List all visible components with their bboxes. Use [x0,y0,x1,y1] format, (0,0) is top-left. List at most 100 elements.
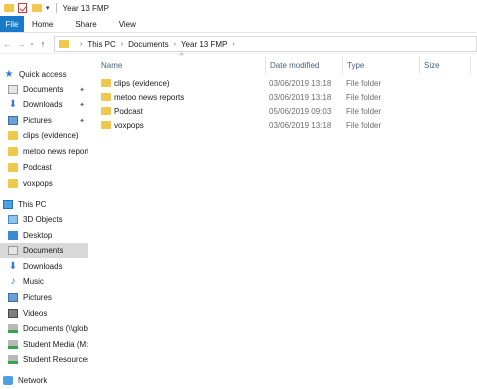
sidebar-item-quick-access[interactable]: ★ Quick access [0,67,88,82]
chevron-right-icon[interactable]: › [232,41,234,48]
up-button[interactable]: ↑ [36,39,50,49]
sidebar-item-label: Student Resources ( [23,355,88,364]
sidebar-item-label: Downloads [23,262,63,271]
sidebar-item-label: voxpops [23,179,53,188]
sidebar-item-podcast[interactable]: Podcast [0,160,88,175]
this-pc-icon [3,200,13,209]
sidebar-item-student-media[interactable]: Student Media (M:) [0,337,88,352]
back-button[interactable]: ← [0,39,14,49]
star-icon: ★ [4,69,14,80]
title-bar: ▾ Year 13 FMP [0,0,477,16]
sidebar-item-label: 3D Objects [23,215,63,224]
file-date-modified: 03/06/2019 13:18 [269,120,332,130]
sidebar-item-documents[interactable]: Documents [0,243,88,258]
folder-icon [101,79,111,87]
folder-icon [8,163,18,172]
ribbon-tabs: File Home Share View [0,16,477,33]
pictures-icon [8,116,18,125]
sidebar-item-downloads[interactable]: ⬇ Downloads [0,259,88,274]
sidebar-item-downloads-quick[interactable]: ⬇ Downloads ✦ [0,97,88,112]
column-header-date-modified[interactable]: Date modified [270,56,319,74]
sidebar-item-videos[interactable]: Videos [0,306,88,321]
tab-file[interactable]: File [0,16,24,32]
sidebar-item-3d-objects[interactable]: 3D Objects [0,212,88,227]
tab-view[interactable]: View [108,16,147,32]
sidebar-item-student-resources[interactable]: Student Resources ( [0,352,88,367]
customize-quick-access-dropdown[interactable]: ▾ [46,4,50,12]
documents-icon [8,85,18,94]
file-date-modified: 05/06/2019 09:03 [269,106,332,116]
folder-icon [8,179,18,188]
breadcrumb-documents[interactable]: Documents [128,40,168,49]
music-icon: ♪ [10,276,16,287]
chevron-right-icon[interactable]: › [121,41,123,48]
column-divider[interactable] [470,56,471,74]
pin-icon[interactable]: ✦ [79,117,85,125]
new-folder-icon[interactable] [32,4,42,12]
network-drive-icon [8,355,18,364]
downloads-icon: ⬇ [8,261,18,272]
folder-icon [59,40,69,48]
videos-icon [8,309,18,318]
file-type: File folder [346,92,382,102]
tab-share[interactable]: Share [64,16,107,32]
sidebar-item-documents-quick[interactable]: Documents ✦ [0,82,88,97]
sidebar-item-label: metoo news reports [23,147,88,156]
sidebar-item-label: This PC [18,200,47,209]
file-name: Podcast [114,106,143,116]
folder-icon [8,147,18,156]
chevron-right-icon[interactable]: › [174,41,176,48]
file-row[interactable]: clips (evidence) 03/06/2019 13:18 File f… [98,76,468,90]
sidebar-item-metoo-news-reports[interactable]: metoo news reports [0,144,88,159]
sidebar-item-music[interactable]: ♪ Music [0,274,88,289]
folder-icon [101,93,111,101]
file-row[interactable]: metoo news reports 03/06/2019 13:18 File… [98,90,468,104]
sidebar-item-network[interactable]: Network [0,373,88,388]
file-type: File folder [346,78,382,88]
sidebar-item-label: Videos [23,309,48,318]
sidebar-item-desktop[interactable]: Desktop [0,228,88,243]
sidebar-item-label: clips (evidence) [23,131,79,140]
sidebar-item-clips-evidence[interactable]: clips (evidence) [0,128,88,143]
recent-locations-button[interactable]: ⌄ [28,40,36,47]
pin-icon[interactable]: ✦ [79,101,85,109]
sidebar-item-pictures-quick[interactable]: Pictures ✦ [0,113,88,128]
sidebar-item-voxpops[interactable]: voxpops [0,176,88,191]
breadcrumb-this-pc[interactable]: This PC [87,40,115,49]
sidebar-item-this-pc[interactable]: This PC [0,197,88,212]
column-header-name[interactable]: Name [101,56,122,74]
pictures-icon [8,293,18,302]
network-drive-icon [8,340,18,349]
pin-icon[interactable]: ✦ [79,86,85,94]
address-bar[interactable]: › This PC › Documents › Year 13 FMP › [54,36,477,52]
file-row[interactable]: Podcast 05/06/2019 09:03 File folder [98,104,468,118]
downloads-icon: ⬇ [8,99,18,110]
sidebar-item-label: Pictures [23,293,52,302]
column-header-type[interactable]: Type [347,56,364,74]
title-separator [55,3,57,13]
network-drive-icon [8,324,18,333]
sidebar-item-label: Network [18,376,48,385]
column-divider[interactable] [342,56,343,74]
sidebar-item-label: Pictures [23,116,52,125]
column-divider[interactable] [419,56,420,74]
tab-home[interactable]: Home [24,16,64,32]
chevron-right-icon[interactable]: › [80,41,82,48]
properties-icon[interactable] [18,3,27,13]
breadcrumb-year-13-fmp[interactable]: Year 13 FMP [181,40,227,49]
folder-icon [8,131,18,140]
3d-objects-icon [8,215,18,224]
sidebar-item-pictures[interactable]: Pictures [0,290,88,305]
forward-button[interactable]: → [14,39,28,49]
file-row[interactable]: voxpops 03/06/2019 13:18 File folder [98,118,468,132]
sidebar-item-label: Documents [23,85,64,94]
desktop-icon [8,231,18,240]
file-type: File folder [346,106,382,116]
folder-icon [101,121,111,129]
column-header-size[interactable]: Size [424,56,440,74]
sidebar-item-label: Documents (\\glob [23,324,88,333]
sidebar-item-documents-network[interactable]: Documents (\\glob [0,321,88,336]
column-divider[interactable] [265,56,266,74]
file-type: File folder [346,120,382,130]
network-icon [3,376,13,385]
